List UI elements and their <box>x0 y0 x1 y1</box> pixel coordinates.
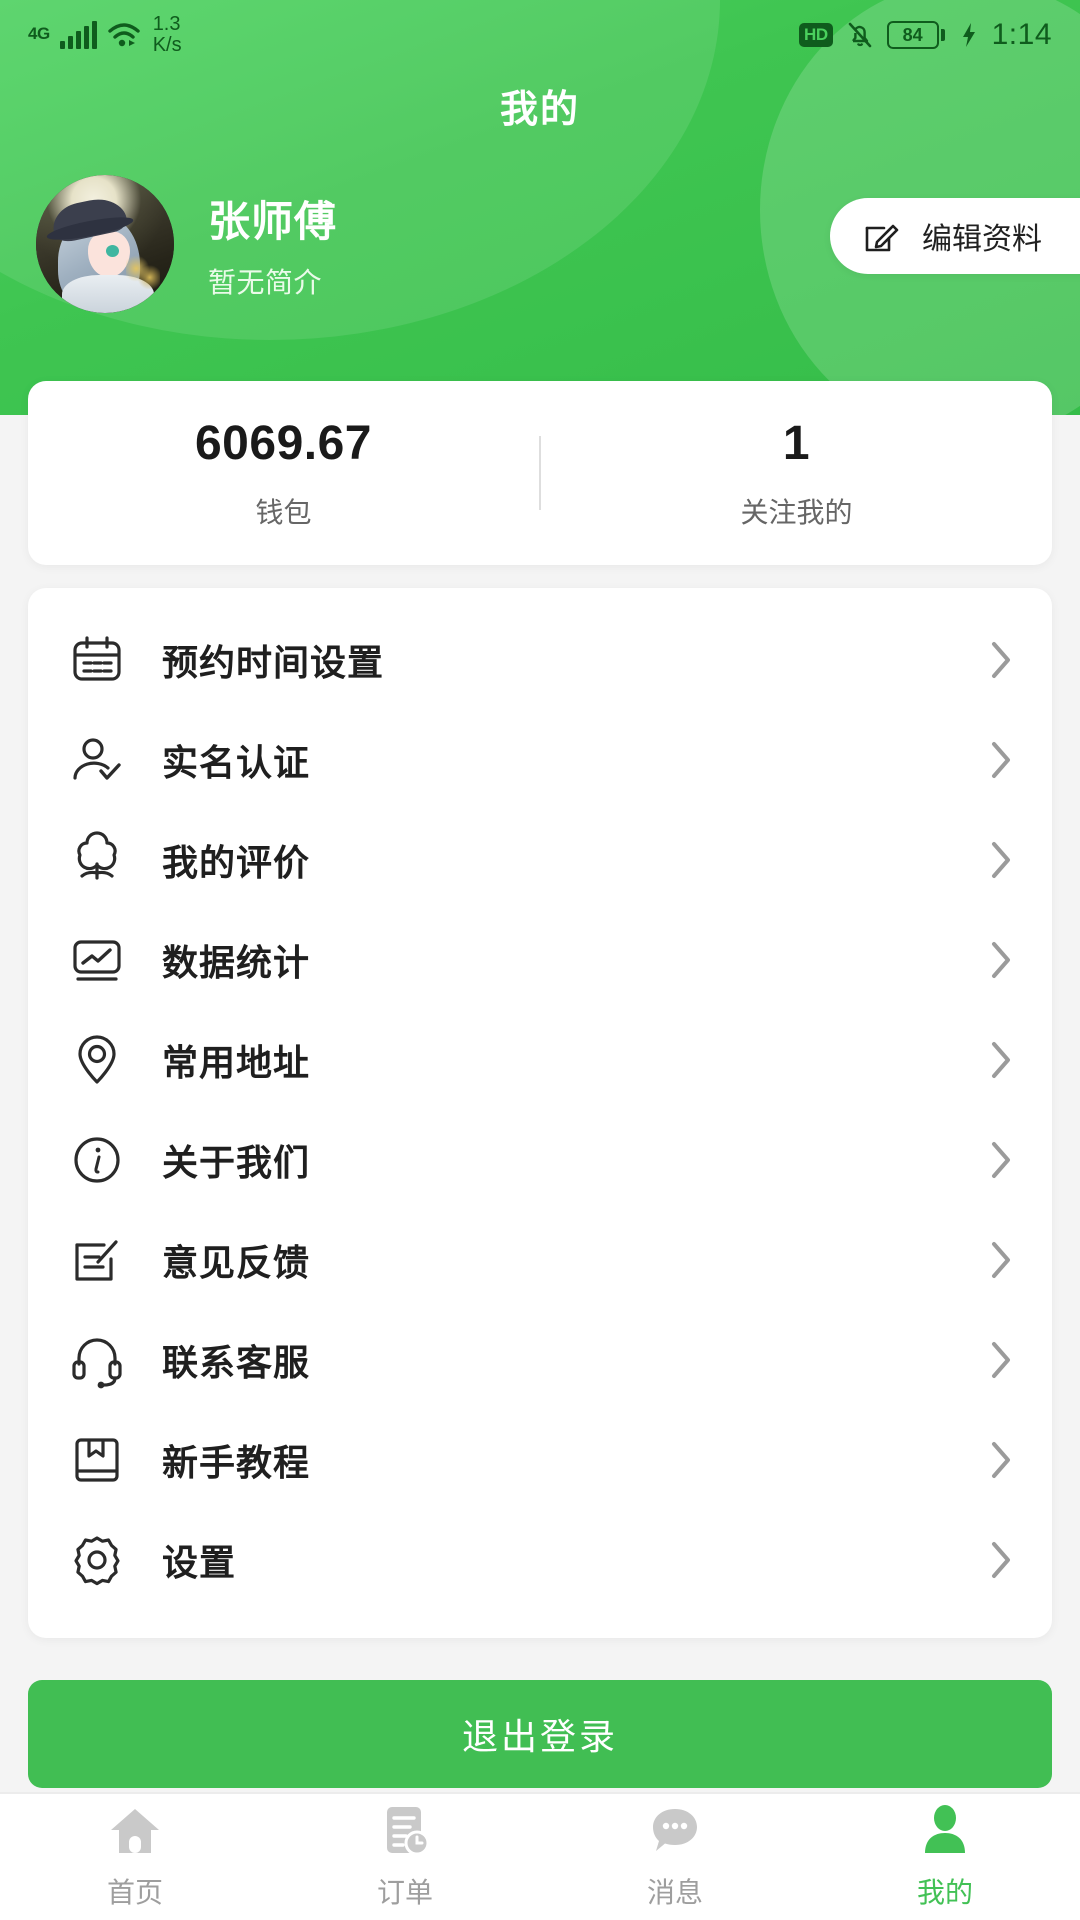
stat-wallet-value: 6069.67 <box>194 416 372 470</box>
chevron-right-icon <box>988 738 1014 782</box>
chevron-right-icon <box>988 1238 1014 1282</box>
edit-profile-button[interactable]: 编辑资料 <box>830 198 1080 274</box>
profile-text: 张师傅 暂无简介 <box>208 188 337 301</box>
menu-item-label: 常用地址 <box>162 1042 311 1083</box>
menu-item-label: 新手教程 <box>162 1442 311 1483</box>
status-bar: 4G 1.3 K/s HD 84 1:14 <box>0 0 1080 70</box>
edit-pencil-icon <box>862 216 902 256</box>
chevron-right-icon <box>988 638 1014 682</box>
menu-item-real-name-auth[interactable]: 实名认证 <box>28 710 1052 810</box>
tab-messages-label: 消息 <box>646 1877 703 1908</box>
tab-home-label: 首页 <box>106 1877 163 1908</box>
profile-name: 张师傅 <box>208 197 338 245</box>
menu-item-label: 预约时间设置 <box>162 642 385 683</box>
order-document-clock-icon <box>377 1803 433 1859</box>
book-icon <box>68 1431 126 1489</box>
menu-item-tutorial[interactable]: 新手教程 <box>28 1410 1052 1510</box>
menu-item-label: 关于我们 <box>162 1142 311 1183</box>
tab-orders[interactable]: 订单 <box>270 1794 540 1920</box>
page-title: 我的 <box>499 89 580 131</box>
status-bar-clock: 1:14 <box>991 18 1052 51</box>
menu-item-contact-support[interactable]: 联系客服 <box>28 1310 1052 1410</box>
headset-icon <box>68 1331 126 1389</box>
info-circle-icon <box>68 1131 126 1189</box>
menu-item-label: 意见反馈 <box>162 1242 311 1283</box>
location-pin-icon <box>68 1031 126 1089</box>
menu-item-settings[interactable]: 设置 <box>28 1510 1052 1610</box>
bell-muted-icon <box>847 20 873 50</box>
stat-wallet-label: 钱包 <box>255 496 312 528</box>
menu-item-about-us[interactable]: 关于我们 <box>28 1110 1052 1210</box>
menu-item-my-reviews[interactable]: 我的评价 <box>28 810 1052 910</box>
menu-item-statistics[interactable]: 数据统计 <box>28 910 1052 1010</box>
calendar-icon <box>68 631 126 689</box>
charging-bolt-icon <box>960 21 978 49</box>
menu-item-addresses[interactable]: 常用地址 <box>28 1010 1052 1110</box>
stat-wallet[interactable]: 6069.67 钱包 <box>28 416 539 531</box>
profile-screen: 4G 1.3 K/s HD 84 1:14 我的 张师傅 暂无简介 编辑资料 6… <box>0 0 1080 1920</box>
stats-card: 6069.67 钱包 1 关注我的 <box>28 381 1052 565</box>
signal-bars-icon <box>59 21 97 49</box>
chevron-right-icon <box>988 1338 1014 1382</box>
menu-item-appointment-time[interactable]: 预约时间设置 <box>28 610 1052 710</box>
menu-item-label: 联系客服 <box>162 1342 311 1383</box>
tab-orders-label: 订单 <box>376 1877 433 1908</box>
profile-block: 张师傅 暂无简介 <box>36 175 337 313</box>
tab-home[interactable]: 首页 <box>0 1794 270 1920</box>
menu-item-label: 我的评价 <box>162 842 311 883</box>
battery-icon: 84 <box>886 21 945 49</box>
gear-icon <box>68 1531 126 1589</box>
network-speed-value: 1.3 <box>152 13 181 35</box>
chat-bubble-icon <box>647 1803 703 1859</box>
home-icon <box>107 1803 163 1859</box>
hd-icon: HD <box>799 23 833 47</box>
wifi-icon <box>107 21 141 49</box>
network-speed-unit: K/s <box>152 34 182 56</box>
header-banner: 4G 1.3 K/s HD 84 1:14 我的 张师傅 暂无简介 编辑资料 <box>0 0 1080 415</box>
menu-item-label: 设置 <box>162 1542 237 1583</box>
avatar[interactable] <box>36 175 174 313</box>
menu-item-label: 数据统计 <box>162 942 311 983</box>
avatar-eye <box>106 245 119 257</box>
chevron-right-icon <box>988 1538 1014 1582</box>
stat-followers-value: 1 <box>782 416 811 470</box>
tab-profile-label: 我的 <box>916 1877 973 1908</box>
battery-percent-label: 84 <box>886 21 939 49</box>
network-generation-label: 4G <box>28 24 50 43</box>
battery-cap <box>940 29 945 41</box>
chevron-right-icon <box>988 938 1014 982</box>
network-speed-indicator: 1.3 K/s <box>153 14 182 56</box>
tab-messages[interactable]: 消息 <box>540 1794 810 1920</box>
chart-statistics-icon <box>68 931 126 989</box>
chevron-right-icon <box>988 1038 1014 1082</box>
bottom-tab-bar: 首页 订单 消息 我的 <box>0 1792 1080 1920</box>
menu-item-label: 实名认证 <box>162 742 311 783</box>
chevron-right-icon <box>988 1438 1014 1482</box>
user-verified-icon <box>68 731 126 789</box>
profile-bio: 暂无简介 <box>208 266 323 298</box>
stat-followers[interactable]: 1 关注我的 <box>541 416 1052 531</box>
flower-rating-icon <box>68 831 126 889</box>
tab-profile[interactable]: 我的 <box>810 1794 1080 1920</box>
feedback-edit-icon <box>68 1231 126 1289</box>
menu-item-feedback[interactable]: 意见反馈 <box>28 1210 1052 1310</box>
edit-profile-label: 编辑资料 <box>922 223 1042 256</box>
chevron-right-icon <box>988 1138 1014 1182</box>
chevron-right-icon <box>988 838 1014 882</box>
stat-followers-label: 关注我的 <box>740 496 853 528</box>
person-icon <box>917 1803 973 1859</box>
logout-button[interactable]: 退出登录 <box>28 1680 1052 1788</box>
menu-card: 预约时间设置 实名认证 我的评价 数据统计 常用地址 关于我们 意见反馈 联系客… <box>28 588 1052 1638</box>
status-bar-right: HD 84 1:14 <box>799 18 1052 52</box>
status-bar-left: 4G 1.3 K/s <box>28 14 182 56</box>
avatar-sparkle <box>126 255 160 289</box>
